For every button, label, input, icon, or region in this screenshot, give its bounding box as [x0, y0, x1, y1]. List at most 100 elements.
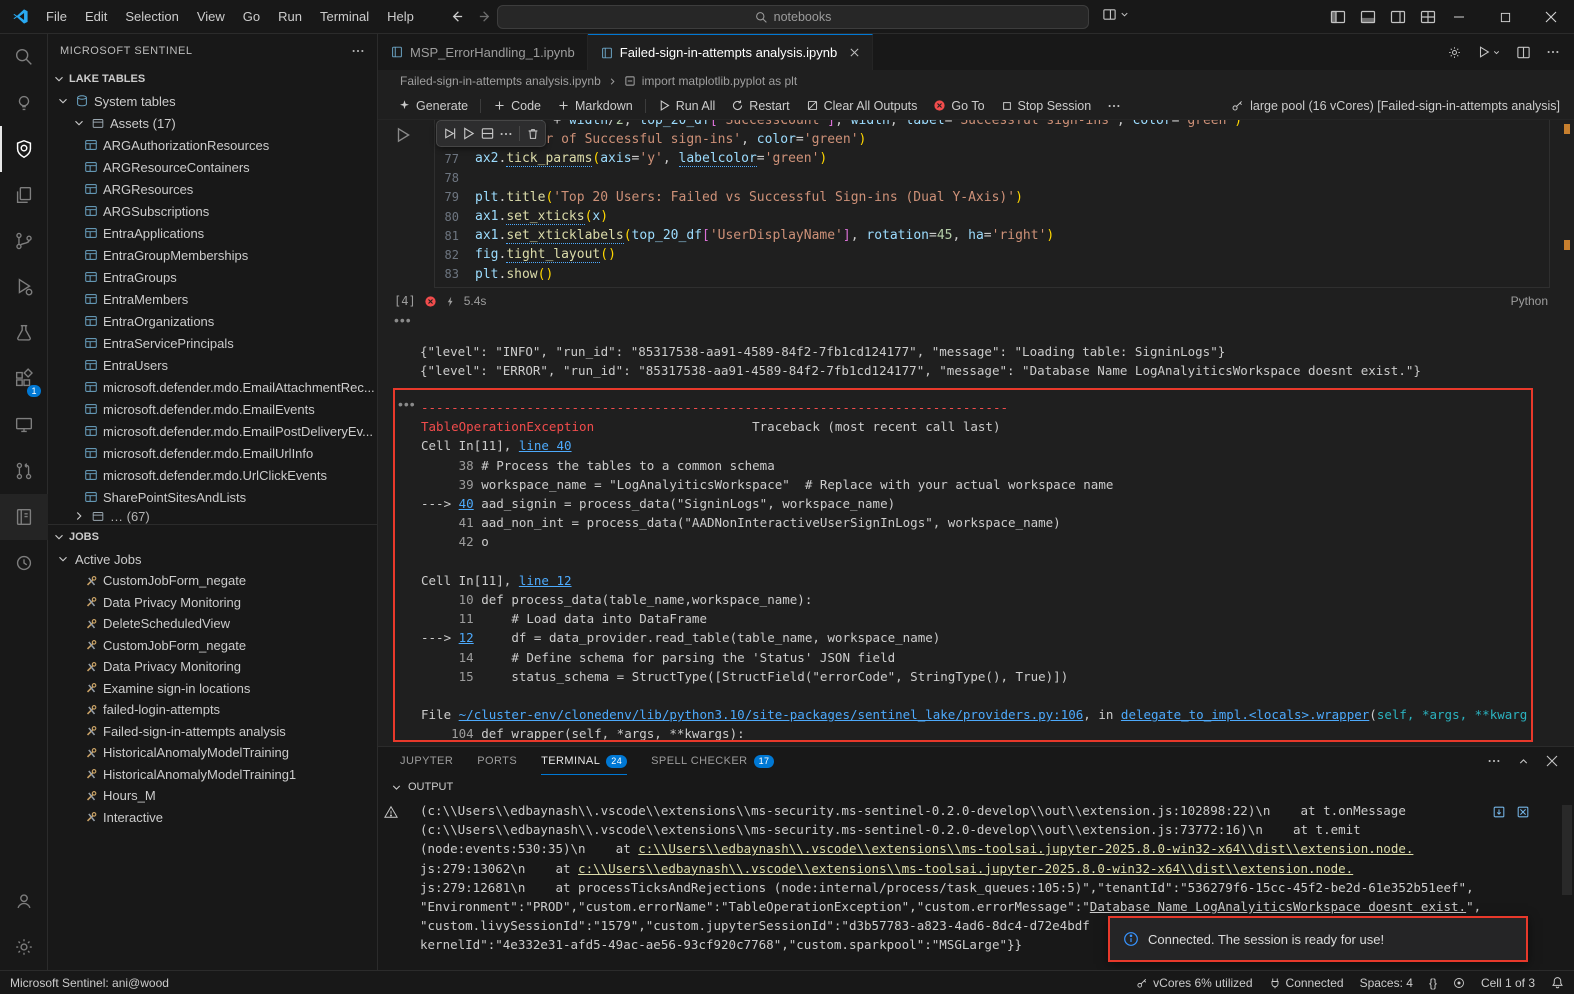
link[interactable]: 12 — [459, 630, 474, 645]
go-to-button[interactable]: Go To — [925, 94, 992, 118]
delete-cell-icon[interactable] — [526, 127, 540, 141]
toggle-secondary-sidebar-icon[interactable] — [1390, 9, 1406, 25]
tree-item-clipped-group[interactable]: … (67) — [48, 508, 377, 524]
tab-failed-sign-in-attempts[interactable]: Failed-sign-in-attempts analysis.ipynb — [587, 34, 874, 70]
restart-button[interactable]: Restart — [723, 94, 797, 118]
execute-cell-and-below-icon[interactable] — [461, 126, 476, 141]
job-row[interactable]: CustomJobForm_negate — [48, 635, 377, 657]
tree-item-assets[interactable]: Assets (17) — [48, 112, 377, 134]
notifications-bell-icon[interactable] — [1551, 976, 1564, 989]
job-row[interactable]: Examine sign-in locations — [48, 678, 377, 700]
section-lake-tables[interactable]: LAKE TABLES — [48, 68, 377, 90]
breadcrumb[interactable]: Failed-sign-in-attempts analysis.ipynb i… — [378, 70, 1574, 92]
notebook-scroll-area[interactable]: ax2.bar(x + width/2, top_20_df['SuccessC… — [378, 120, 1574, 746]
close-button[interactable] — [1528, 0, 1574, 34]
run-all-icon[interactable] — [1477, 45, 1501, 59]
table-row[interactable]: microsoft.defender.mdo.EmailPostDelivery… — [48, 420, 377, 442]
account-icon[interactable] — [0, 878, 48, 924]
terminal-scroll-lock-icon[interactable] — [1492, 805, 1506, 819]
job-row[interactable]: DeleteScheduledView — [48, 613, 377, 635]
job-row[interactable]: HistoricalAnomalyModelTraining — [48, 742, 377, 764]
job-row[interactable]: Hours_M — [48, 785, 377, 807]
link[interactable]: ~/cluster-env/clonedenv/lib/python3.10/s… — [459, 707, 1084, 722]
table-row[interactable]: EntraServicePrincipals — [48, 332, 377, 354]
output-options-icon[interactable]: ••• — [398, 396, 416, 412]
table-row[interactable]: EntraUsers — [48, 354, 377, 376]
table-row[interactable]: EntraApplications — [48, 222, 377, 244]
code-line[interactable]: 81 ax1.set_xticklabels(top_20_df['UserDi… — [435, 226, 1549, 245]
terminal-scrollbar[interactable] — [1562, 805, 1572, 895]
code-line[interactable]: 77 ax2.tick_params(axis='y', labelcolor=… — [435, 149, 1549, 168]
execute-above-icon[interactable] — [442, 126, 457, 141]
tab-msp-errorhandling[interactable]: MSP_ErrorHandling_1.ipynb — [378, 34, 588, 70]
cell-language[interactable]: Python — [1511, 294, 1548, 308]
maximize-button[interactable] — [1482, 0, 1528, 34]
vcores-status[interactable]: vCores 6% utilized — [1136, 976, 1253, 990]
command-center-search[interactable]: notebooks — [497, 5, 1089, 29]
maximize-panel-icon[interactable] — [1517, 755, 1530, 768]
split-editor-icon[interactable] — [1516, 45, 1531, 60]
job-row[interactable]: Failed-sign-in-attempts analysis — [48, 721, 377, 743]
menu-item[interactable]: Go — [234, 0, 269, 34]
code-line[interactable]: ax2.bar(x + width/2, top_20_df['SuccessC… — [435, 120, 1549, 130]
link[interactable]: line 40 — [519, 438, 572, 453]
menu-item[interactable]: Selection — [116, 0, 187, 34]
customize-layout-icon[interactable] — [1420, 9, 1436, 25]
more-actions-icon[interactable] — [1546, 45, 1560, 59]
close-tab-icon[interactable] — [849, 47, 860, 58]
split-cell-icon[interactable] — [480, 126, 495, 141]
table-row[interactable]: EntraGroupMemberships — [48, 244, 377, 266]
toggle-panel-icon[interactable] — [1360, 9, 1376, 25]
back-arrow-icon[interactable] — [449, 9, 464, 24]
session-ready-notification[interactable]: Connected. The session is ready for use! — [1108, 916, 1528, 962]
spaces-indicator[interactable]: Spaces: 4 — [1360, 976, 1413, 990]
menu-item[interactable]: View — [188, 0, 234, 34]
cell-indicator[interactable]: Cell 1 of 3 — [1481, 976, 1535, 990]
sentinel-shield-icon[interactable] — [0, 126, 48, 172]
tree-item-active-jobs[interactable]: Active Jobs — [48, 548, 377, 570]
settings-gear-icon[interactable] — [0, 924, 48, 970]
settings-gear-icon[interactable] — [1447, 45, 1462, 60]
job-row[interactable]: HistoricalAnomalyModelTraining1 — [48, 764, 377, 786]
job-row[interactable]: Data Privacy Monitoring — [48, 656, 377, 678]
link[interactable]: delegate_to_impl.<locals>.wrapper — [1121, 707, 1369, 722]
close-panel-icon[interactable] — [1546, 755, 1558, 767]
code-line[interactable]: 80 ax1.set_xticks(x) — [435, 207, 1549, 226]
table-row[interactable]: ARGSubscriptions — [48, 200, 377, 222]
remote-explorer-icon[interactable] — [0, 402, 48, 448]
table-row[interactable]: microsoft.defender.mdo.EmailUrlInfo — [48, 442, 377, 464]
table-row[interactable]: microsoft.defender.mdo.EmailEvents — [48, 398, 377, 420]
run-cell-button[interactable] — [394, 126, 412, 144]
job-row[interactable]: CustomJobForm_negate — [48, 570, 377, 592]
sentinel-account-status[interactable]: Microsoft Sentinel: ani@wood — [10, 976, 169, 990]
more-actions-icon[interactable] — [499, 127, 513, 141]
notebook-icon[interactable] — [0, 494, 48, 540]
terminal-output-area[interactable]: (c:\\Users\\edbaynash\\.vscode\\extensio… — [378, 799, 1574, 970]
menu-item[interactable]: Terminal — [311, 0, 378, 34]
extensions-icon[interactable]: 1 — [0, 356, 48, 402]
panel-tab[interactable]: TERMINAL 24 — [541, 747, 628, 775]
menu-item[interactable]: Help — [378, 0, 423, 34]
code-line[interactable]: 82 fig.tight_layout() — [435, 245, 1549, 264]
link[interactable]: c:\\Users\\edbaynash\\.vscode\\extension… — [638, 841, 1413, 856]
panel-tab[interactable]: SPELL CHECKER 17 — [651, 747, 775, 775]
code-line[interactable]: 83 plt.show() — [435, 265, 1549, 284]
run-debug-icon[interactable] — [0, 264, 48, 310]
files-icon[interactable] — [0, 172, 48, 218]
table-row[interactable]: SharePointSitesAndLists — [48, 486, 377, 508]
language-mode-indicator[interactable]: {} — [1429, 976, 1437, 990]
code-line[interactable]: 76 el('Number of Successful sign-ins', c… — [435, 130, 1549, 149]
connected-status[interactable]: Connected — [1269, 976, 1344, 990]
panel-tab[interactable]: PORTS — [477, 747, 517, 775]
panel-tab[interactable]: JUPYTER — [400, 747, 453, 775]
table-row[interactable]: EntraOrganizations — [48, 310, 377, 332]
lightbulb-icon[interactable] — [0, 80, 48, 126]
add-code-cell-button[interactable]: Code — [485, 94, 549, 118]
more-actions-icon[interactable] — [1487, 754, 1501, 768]
code-line[interactable]: 78 — [435, 169, 1549, 188]
stop-session-button[interactable]: Stop Session — [993, 94, 1100, 118]
job-row[interactable]: Interactive — [48, 807, 377, 829]
add-markdown-cell-button[interactable]: Markdown — [549, 94, 641, 118]
test-beaker-icon[interactable] — [0, 310, 48, 356]
table-row[interactable]: ARGAuthorizationResources — [48, 134, 377, 156]
